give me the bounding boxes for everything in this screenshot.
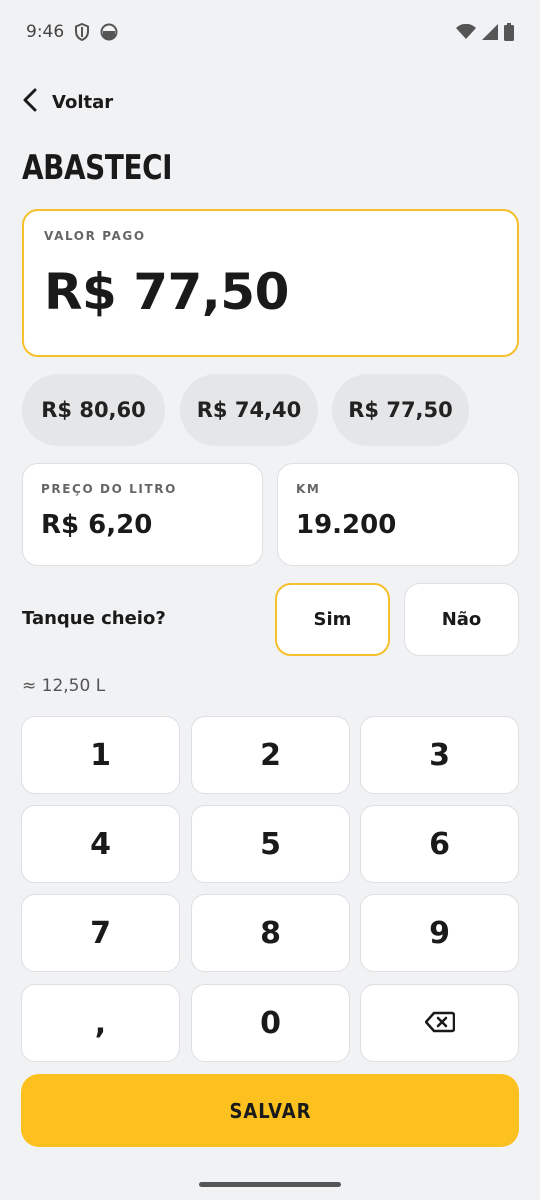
suggestion-chip[interactable]: R$ 74,40 [180,374,318,446]
status-bar: 9:46 [0,0,540,64]
android-face-icon [100,23,118,41]
suggestion-chip[interactable]: R$ 77,50 [332,374,469,446]
amount-value: R$ 77,50 [44,263,289,321]
price-label: PREÇO DO LITRO [41,482,177,496]
back-button[interactable]: Voltar [22,82,113,122]
home-indicator[interactable] [199,1182,341,1187]
price-per-liter-field[interactable]: PREÇO DO LITRO R$ 6,20 [22,463,263,566]
key-8[interactable]: 8 [191,894,350,972]
key-3[interactable]: 3 [360,716,519,794]
suggestion-chip[interactable]: R$ 80,60 [22,374,165,446]
save-label: SALVAR [229,1098,311,1123]
signal-icon [482,24,498,40]
key-7[interactable]: 7 [21,894,180,972]
key-2[interactable]: 2 [191,716,350,794]
key-comma[interactable]: , [21,984,180,1062]
status-right [456,23,514,41]
km-field[interactable]: KM 19.200 [277,463,519,566]
km-value: 19.200 [296,510,397,540]
key-4[interactable]: 4 [21,805,180,883]
km-label: KM [296,482,321,496]
status-time: 9:46 [26,22,65,42]
full-tank-question: Tanque cheio? [22,608,166,629]
key-9[interactable]: 9 [360,894,519,972]
key-1[interactable]: 1 [21,716,180,794]
page-title: ABASTECI [22,148,173,188]
amount-field[interactable]: VALOR PAGO R$ 77,50 [22,209,519,357]
status-left: 9:46 [26,22,118,42]
amount-label: VALOR PAGO [44,229,146,243]
back-label: Voltar [52,91,114,113]
save-button[interactable]: SALVAR [21,1074,519,1147]
wifi-icon [456,24,476,40]
chevron-left-icon [22,88,38,116]
shield-icon [74,23,90,41]
key-5[interactable]: 5 [191,805,350,883]
key-6[interactable]: 6 [360,805,519,883]
price-value: R$ 6,20 [41,510,153,540]
full-tank-no-button[interactable]: Não [404,583,519,656]
backspace-icon [424,1006,455,1041]
liters-estimate: ≈ 12,50 L [22,676,106,696]
battery-icon [504,23,514,41]
full-tank-yes-button[interactable]: Sim [275,583,390,656]
key-0[interactable]: 0 [191,984,350,1062]
key-backspace[interactable] [360,984,519,1062]
